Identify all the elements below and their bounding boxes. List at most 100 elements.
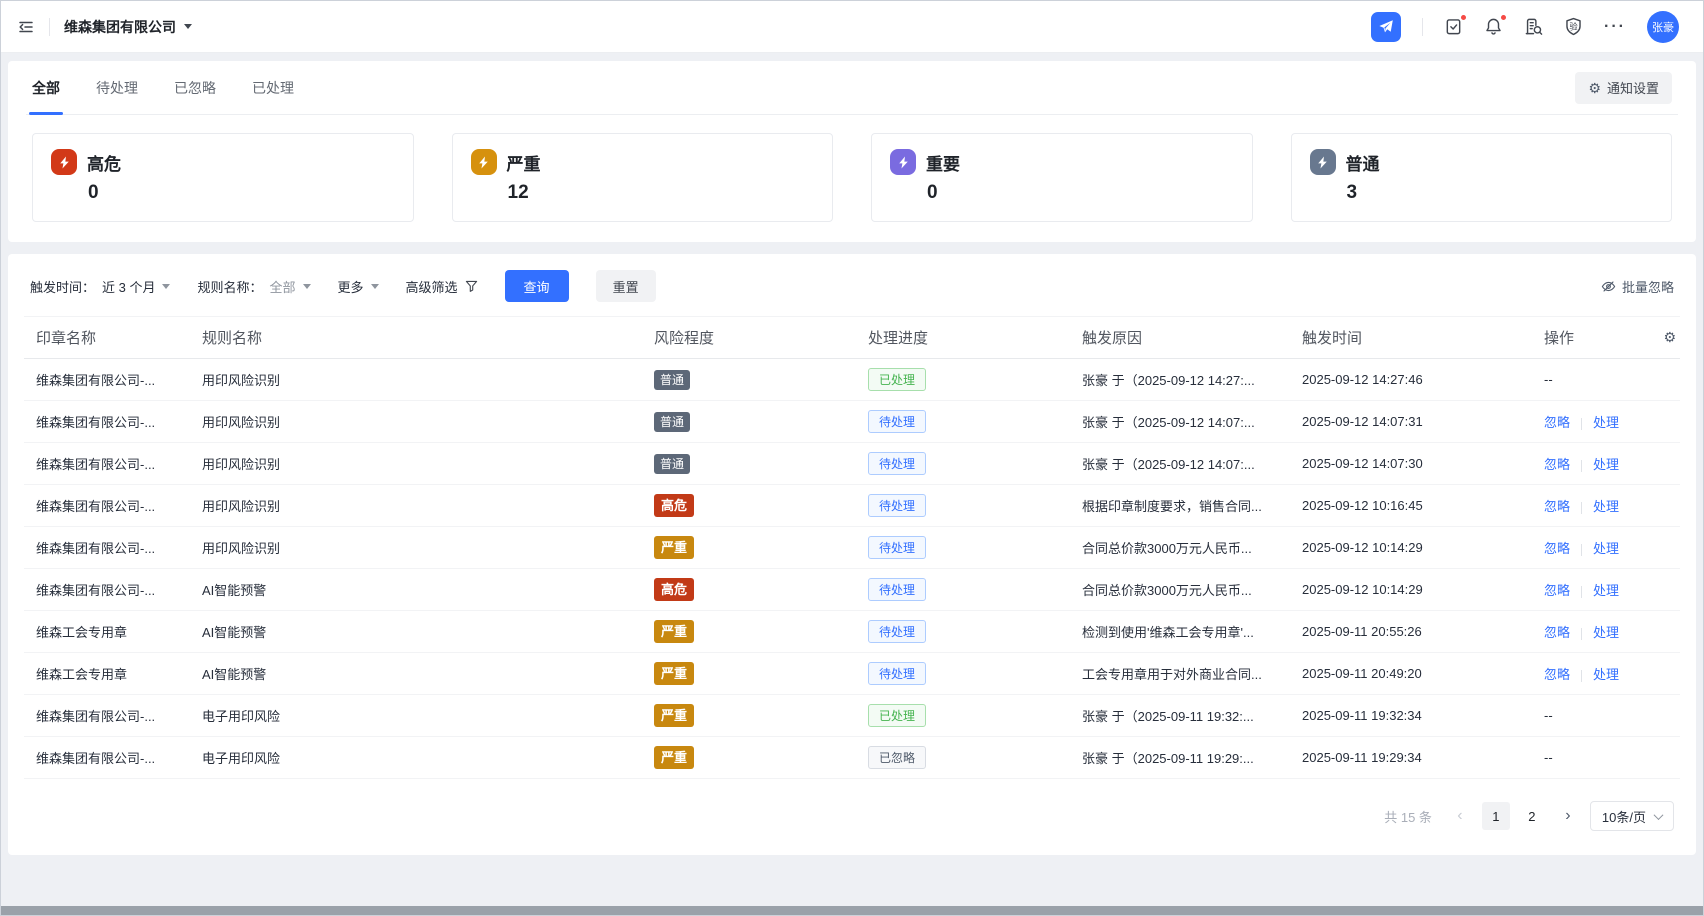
collapse-sidebar-button[interactable]	[17, 18, 35, 36]
prev-page-button[interactable]: ‹	[1446, 802, 1474, 830]
handle-link[interactable]: 处理	[1593, 541, 1619, 556]
trigger-reason-cell: 张豪 于（2025-09-11 19:32:...	[1070, 695, 1290, 737]
status-cell: 待处理	[856, 569, 1070, 611]
handle-link[interactable]: 处理	[1593, 625, 1619, 640]
header-actions: 操作	[1532, 317, 1638, 359]
total-count: 共 15 条	[1384, 807, 1432, 826]
actions-cell: 忽略 处理	[1532, 527, 1638, 569]
ignore-link[interactable]: 忽略	[1544, 625, 1570, 640]
batch-ignore-label: 批量忽略	[1622, 277, 1674, 296]
topbar-divider	[49, 18, 50, 36]
lightning-icon	[471, 149, 497, 175]
rule-name-cell: AI智能预警	[190, 653, 642, 695]
ignore-link[interactable]: 忽略	[1544, 457, 1570, 472]
filter-rule-name[interactable]: 规则名称：全部	[197, 277, 310, 296]
notification-dot	[1460, 14, 1467, 21]
company-switcher[interactable]: 维森集团有限公司	[64, 17, 192, 37]
page-size-select[interactable]: 10条/页	[1590, 801, 1674, 831]
action-divider	[1581, 418, 1582, 430]
risk-level-cell: 普通	[642, 401, 856, 443]
search-button[interactable]: 查询	[505, 270, 569, 302]
lightning-icon	[890, 149, 916, 175]
actions-cell: 忽略 处理	[1532, 569, 1638, 611]
tab-pending[interactable]: 待处理	[96, 61, 138, 114]
org-search-button[interactable]	[1524, 17, 1543, 36]
notify-settings-button[interactable]: ⚙ 通知设置	[1575, 72, 1672, 104]
send-message-button[interactable]	[1371, 12, 1401, 42]
filter-trigger-time[interactable]: 触发时间：近 3 个月	[30, 277, 170, 296]
actions-cell: 忽略 处理	[1532, 401, 1638, 443]
verify-shield-button[interactable]: 验	[1564, 17, 1583, 36]
risk-badge: 严重	[654, 620, 694, 643]
page-size-value: 10条/页	[1602, 807, 1646, 826]
handle-link[interactable]: 处理	[1593, 457, 1619, 472]
batch-ignore-button[interactable]: 批量忽略	[1601, 277, 1674, 296]
ignore-link[interactable]: 忽略	[1544, 667, 1570, 682]
handle-link[interactable]: 处理	[1593, 499, 1619, 514]
page-button-1[interactable]: 1	[1482, 802, 1510, 830]
action-divider	[1581, 628, 1582, 640]
handle-link[interactable]: 处理	[1593, 415, 1619, 430]
risk-level-cell: 高危	[642, 569, 856, 611]
tab-ignored[interactable]: 已忽略	[174, 61, 216, 114]
seal-name-cell: 维森工会专用章	[24, 653, 190, 695]
stat-value: 3	[1347, 182, 1654, 204]
action-divider	[1581, 502, 1582, 514]
handle-link[interactable]: 处理	[1593, 583, 1619, 598]
filter-more[interactable]: 更多	[338, 277, 379, 296]
alerts-panel: 触发时间：近 3 个月 规则名称：全部 更多 高级筛选 查询 重置	[8, 254, 1696, 855]
building-search-icon	[1524, 17, 1543, 36]
risk-badge: 严重	[654, 662, 694, 685]
table-row: 维森集团有限公司-...用印风险识别普通待处理张豪 于（2025-09-12 1…	[24, 401, 1680, 443]
seal-name-cell: 维森集团有限公司-...	[24, 569, 190, 611]
table-row: 维森集团有限公司-...AI智能预警高危待处理合同总价款3000万元人民币...…	[24, 569, 1680, 611]
todo-button[interactable]	[1444, 17, 1463, 36]
ignore-link[interactable]: 忽略	[1544, 415, 1570, 430]
risk-badge: 严重	[654, 704, 694, 727]
actions-cell: --	[1532, 737, 1638, 779]
ignore-link[interactable]: 忽略	[1544, 583, 1570, 598]
stat-label: 重要	[926, 150, 960, 175]
company-name: 维森集团有限公司	[64, 17, 176, 37]
handle-link[interactable]: 处理	[1593, 667, 1619, 682]
more-menu-button[interactable]: ···	[1604, 18, 1626, 36]
table-row: 维森工会专用章AI智能预警严重待处理检测到使用'维森工会专用章'...2025-…	[24, 611, 1680, 653]
risk-level-cell: 高危	[642, 485, 856, 527]
chevron-down-icon	[303, 284, 311, 289]
trigger-time-cell: 2025-09-12 14:07:30	[1290, 443, 1532, 485]
avatar[interactable]: 张豪	[1647, 11, 1679, 43]
seal-name-cell: 维森集团有限公司-...	[24, 359, 190, 401]
status-cell: 已忽略	[856, 737, 1070, 779]
reset-button[interactable]: 重置	[596, 270, 656, 302]
risk-level-cell: 严重	[642, 737, 856, 779]
risk-badge: 高危	[654, 578, 694, 601]
seal-name-cell: 维森集团有限公司-...	[24, 401, 190, 443]
header-trigger-time: 触发时间	[1290, 317, 1532, 359]
stat-label: 严重	[507, 150, 541, 175]
ignore-link[interactable]: 忽略	[1544, 541, 1570, 556]
seal-name-cell: 维森集团有限公司-...	[24, 443, 190, 485]
stat-value: 0	[927, 182, 1234, 204]
ignore-link[interactable]: 忽略	[1544, 499, 1570, 514]
page-button-2[interactable]: 2	[1518, 802, 1546, 830]
seal-name-cell: 维森集团有限公司-...	[24, 485, 190, 527]
funnel-icon	[465, 280, 478, 293]
chevron-down-icon	[162, 284, 170, 289]
notification-dot	[1500, 14, 1507, 21]
rule-name-cell: 用印风险识别	[190, 401, 642, 443]
next-page-button[interactable]: ›	[1554, 802, 1582, 830]
status-cell: 待处理	[856, 485, 1070, 527]
tab-all[interactable]: 全部	[32, 61, 60, 114]
action-divider	[1581, 460, 1582, 472]
actions-cell: --	[1532, 359, 1638, 401]
tab-handled[interactable]: 已处理	[252, 61, 294, 114]
advanced-filter[interactable]: 高级筛选	[406, 277, 478, 296]
lightning-icon	[1310, 149, 1336, 175]
risk-level-cell: 普通	[642, 359, 856, 401]
paper-plane-icon	[1378, 19, 1394, 35]
risk-level-cell: 严重	[642, 611, 856, 653]
status-badge: 已处理	[868, 368, 926, 391]
notifications-button[interactable]	[1484, 17, 1503, 36]
rule-name-cell: AI智能预警	[190, 569, 642, 611]
column-settings-icon[interactable]: ⚙	[1663, 329, 1676, 345]
